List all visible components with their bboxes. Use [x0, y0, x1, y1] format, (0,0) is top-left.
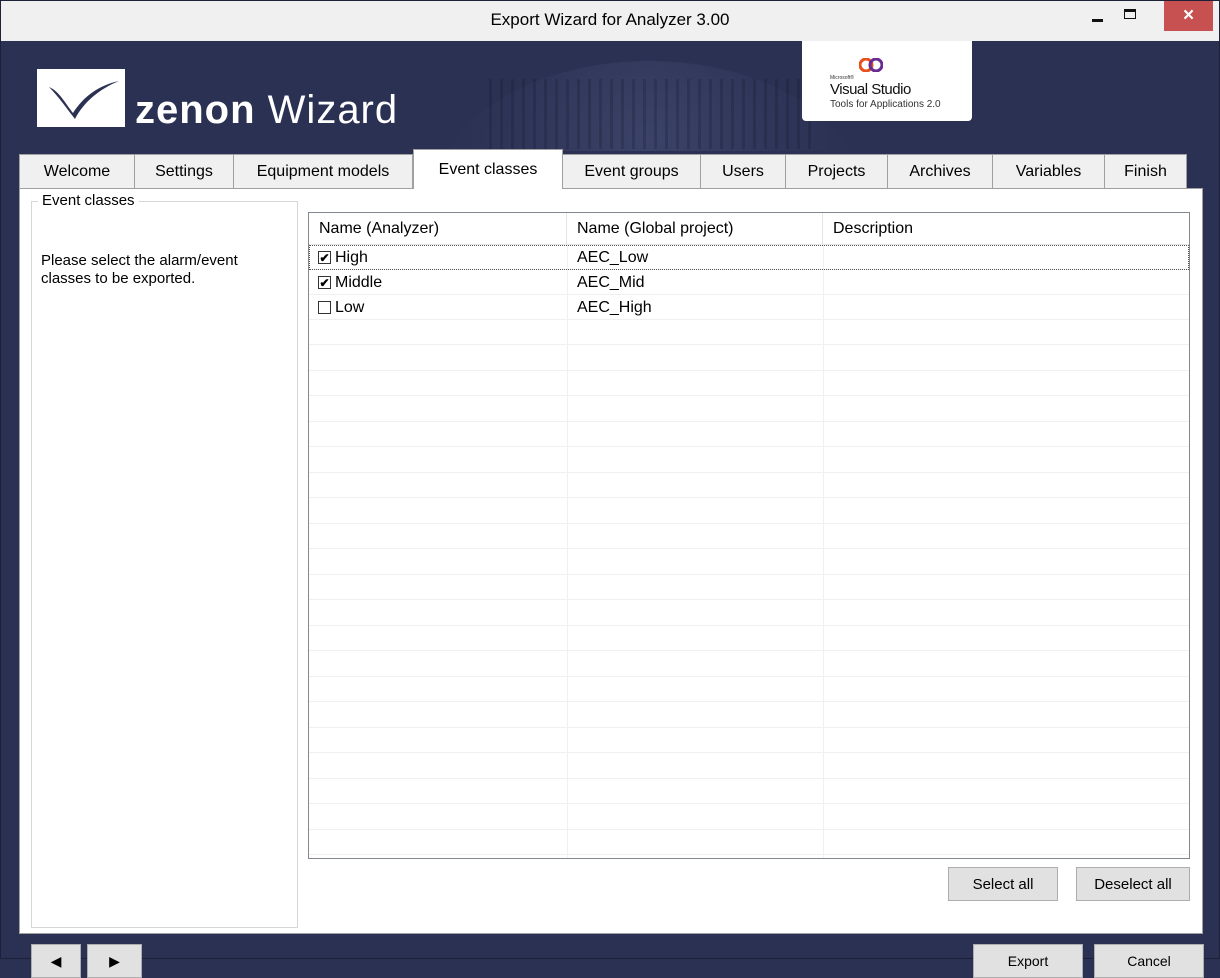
vs-name-label: Visual Studio	[830, 81, 911, 98]
row-name-analyzer: High	[335, 248, 368, 266]
maximize-icon	[1124, 9, 1136, 19]
instructions-text: Please select the alarm/event classes to…	[41, 252, 238, 287]
table-row[interactable]: ✔ High AEC_Low	[309, 245, 1189, 270]
empty-row	[309, 601, 1189, 626]
event-classes-grid[interactable]: Name (Analyzer) Name (Global project) De…	[308, 212, 1190, 859]
wizard-window: Export Wizard for Analyzer 3.00 × zenon …	[0, 0, 1220, 978]
empty-row	[309, 779, 1189, 804]
empty-row	[309, 728, 1189, 753]
cancel-button[interactable]: Cancel	[1094, 944, 1204, 978]
checkbox-icon[interactable]: ✔	[318, 276, 331, 289]
arrow-right-icon: ▶	[109, 952, 120, 969]
empty-row	[309, 856, 1189, 859]
tab-settings[interactable]: Settings	[134, 154, 234, 189]
row-description	[833, 245, 1189, 270]
tab-event-classes[interactable]: Event classes	[413, 149, 563, 189]
arrow-left-icon: ◀	[50, 952, 62, 969]
empty-row	[309, 499, 1189, 524]
table-row[interactable]: Low AEC_High	[309, 295, 1189, 320]
tab-welcome[interactable]: Welcome	[19, 154, 135, 189]
zenon-logo	[37, 69, 125, 127]
empty-row	[309, 320, 1189, 345]
visual-studio-icon	[859, 58, 883, 72]
column-header-name-analyzer[interactable]: Name (Analyzer)	[309, 213, 567, 245]
tab-archives[interactable]: Archives	[887, 154, 993, 189]
empty-row	[309, 524, 1189, 549]
row-name-global: AEC_High	[577, 298, 652, 316]
maximize-button[interactable]	[1112, 1, 1148, 31]
row-description	[833, 270, 1189, 295]
next-button[interactable]: ▶	[87, 944, 142, 978]
header-banner: zenon Wizard Microsoft® Visual Studio To…	[19, 41, 1219, 151]
empty-row	[309, 703, 1189, 728]
tab-finish[interactable]: Finish	[1104, 154, 1187, 189]
empty-row	[309, 397, 1189, 422]
window-title: Export Wizard for Analyzer 3.00	[490, 10, 730, 29]
minimize-icon	[1091, 18, 1103, 22]
empty-row	[309, 677, 1189, 702]
empty-row	[309, 754, 1189, 779]
empty-row	[309, 575, 1189, 600]
visual-studio-badge: Microsoft® Visual Studio Tools for Appli…	[802, 41, 972, 121]
empty-row	[309, 805, 1189, 830]
empty-row	[309, 448, 1189, 473]
table-row[interactable]: ✔ Middle AEC_Mid	[309, 270, 1189, 295]
row-name-global: AEC_Mid	[577, 273, 645, 291]
deselect-all-button[interactable]: Deselect all	[1076, 867, 1190, 901]
select-all-button[interactable]: Select all	[948, 867, 1058, 901]
banner-lines-decoration	[489, 79, 819, 149]
empty-row	[309, 550, 1189, 575]
tab-content-panel: Event classes Please select the alarm/ev…	[19, 188, 1203, 934]
empty-row	[309, 422, 1189, 447]
tab-users[interactable]: Users	[700, 154, 786, 189]
empty-row	[309, 473, 1189, 498]
close-icon: ×	[1182, 5, 1195, 26]
previous-button[interactable]: ◀	[31, 944, 81, 978]
checkbox-icon[interactable]	[318, 301, 331, 314]
vs-tagline-label: Tools for Applications 2.0	[830, 99, 941, 110]
tab-variables[interactable]: Variables	[992, 154, 1105, 189]
empty-row	[309, 371, 1189, 396]
grid-header: Name (Analyzer) Name (Global project) De…	[309, 213, 1189, 245]
empty-row	[309, 346, 1189, 371]
row-name-global: AEC_Low	[577, 248, 649, 266]
export-button[interactable]: Export	[973, 944, 1083, 978]
empty-row	[309, 626, 1189, 651]
tab-equipment-models[interactable]: Equipment models	[233, 154, 413, 189]
tab-event-groups[interactable]: Event groups	[562, 154, 701, 189]
close-button[interactable]: ×	[1164, 1, 1213, 31]
empty-row	[309, 652, 1189, 677]
minimize-button[interactable]	[1082, 1, 1112, 31]
groupbox-title: Event classes	[38, 192, 139, 209]
row-name-analyzer: Middle	[335, 273, 383, 291]
tab-projects[interactable]: Projects	[785, 154, 888, 189]
bottom-nav-bar: ◀ ▶ Export Cancel	[19, 934, 1219, 978]
checkbox-icon[interactable]: ✔	[318, 251, 331, 264]
empty-row	[309, 830, 1189, 855]
row-description	[833, 295, 1189, 320]
brand-title: zenon Wizard	[135, 88, 399, 132]
column-header-name-global[interactable]: Name (Global project)	[567, 213, 823, 245]
row-name-analyzer: Low	[335, 298, 365, 316]
logo-swoosh-icon	[49, 81, 119, 119]
column-header-description[interactable]: Description	[823, 213, 1189, 245]
title-bar[interactable]: Export Wizard for Analyzer 3.00 ×	[1, 1, 1219, 41]
event-classes-groupbox: Event classes Please select the alarm/ev…	[31, 192, 298, 928]
